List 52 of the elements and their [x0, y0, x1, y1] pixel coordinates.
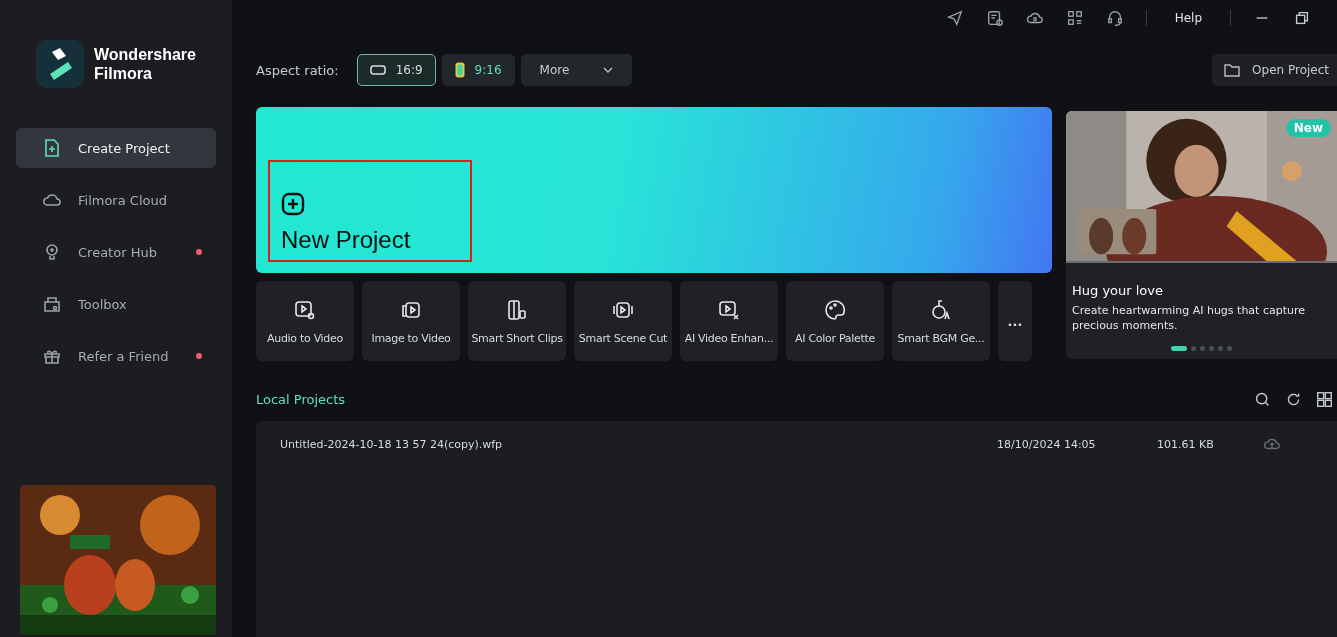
portrait-icon	[454, 62, 465, 78]
promo-description: Create heartwarming AI hugs that capture precious moments.	[1072, 303, 1306, 333]
tool-tile[interactable]: Smart Short Clips	[468, 281, 566, 361]
more-tools-button[interactable]: ...	[998, 281, 1032, 361]
project-name[interactable]: Untitled-2024-10-18 13 57 24(copy).wfp	[280, 437, 997, 451]
grid-icon[interactable]	[1065, 9, 1084, 27]
project-size: 101.61 KB	[1157, 437, 1215, 451]
landscape-icon	[369, 65, 386, 75]
tool-tile[interactable]: Audio to Video	[256, 281, 354, 361]
open-project-button[interactable]: Open Project	[1212, 54, 1337, 86]
folder-icon	[1224, 63, 1241, 77]
new-project-card[interactable]: New Project	[256, 107, 1052, 273]
plus-square-icon	[281, 192, 305, 216]
carousel-dot[interactable]	[1191, 346, 1196, 351]
aspect-ratio-label: Aspect ratio:	[256, 62, 339, 78]
help-button[interactable]: Help	[1174, 11, 1202, 25]
brand-name: Wondershare	[94, 45, 196, 64]
aspect-ratio-button[interactable]: 9:16	[441, 54, 515, 86]
grid-view-icon[interactable]	[1316, 390, 1333, 408]
sidebar-item[interactable]: Filmora Cloud	[16, 180, 216, 220]
palette-icon	[823, 297, 847, 322]
sidebar-item[interactable]: Create Project	[16, 128, 216, 168]
send-icon[interactable]	[945, 9, 964, 27]
restore-icon[interactable]	[1293, 9, 1311, 27]
more-dropdown[interactable]: More	[520, 54, 633, 86]
carousel-dot[interactable]	[1209, 346, 1214, 351]
tool-tile[interactable]: Image to Video	[362, 281, 460, 361]
carousel-dot[interactable]	[1200, 346, 1205, 351]
sidebar-item[interactable]: Refer a Friend	[16, 336, 216, 376]
task-list-icon[interactable]	[985, 9, 1004, 27]
document-plus-icon	[42, 138, 62, 158]
sidebar-item[interactable]: Creator Hub	[16, 232, 216, 272]
tool-tile[interactable]: AI Video Enhan...	[680, 281, 778, 361]
carousel-dot[interactable]	[1218, 346, 1223, 351]
new-project-label: New Project	[281, 225, 412, 255]
chevron-down-icon	[603, 67, 614, 73]
project-date: 18/10/2024 14:05	[997, 437, 1097, 451]
toolbox-icon	[42, 294, 62, 314]
promo-card[interactable]: New Hug your love Create heartwarming AI hugs that capture precious moments.	[1066, 111, 1337, 359]
tool-tile[interactable]: Smart BGM Ge...	[892, 281, 990, 361]
logo-icon	[36, 40, 84, 88]
tool-tile[interactable]: Smart Scene Cut	[574, 281, 672, 361]
headset-icon[interactable]	[1105, 9, 1124, 27]
promo-title: Hug your love	[1072, 283, 1165, 298]
carousel-dot[interactable]	[1227, 346, 1232, 351]
aspect-ratio-button[interactable]: 16:9	[356, 54, 436, 86]
search-icon[interactable]	[1254, 390, 1271, 408]
local-projects-title: Local Projects	[256, 391, 346, 407]
sidebar-item[interactable]: Toolbox	[16, 284, 216, 324]
brand-name: Filmora	[94, 64, 153, 83]
tool-tile[interactable]: AI Color Palette	[786, 281, 884, 361]
new-badge: New	[1285, 119, 1331, 137]
